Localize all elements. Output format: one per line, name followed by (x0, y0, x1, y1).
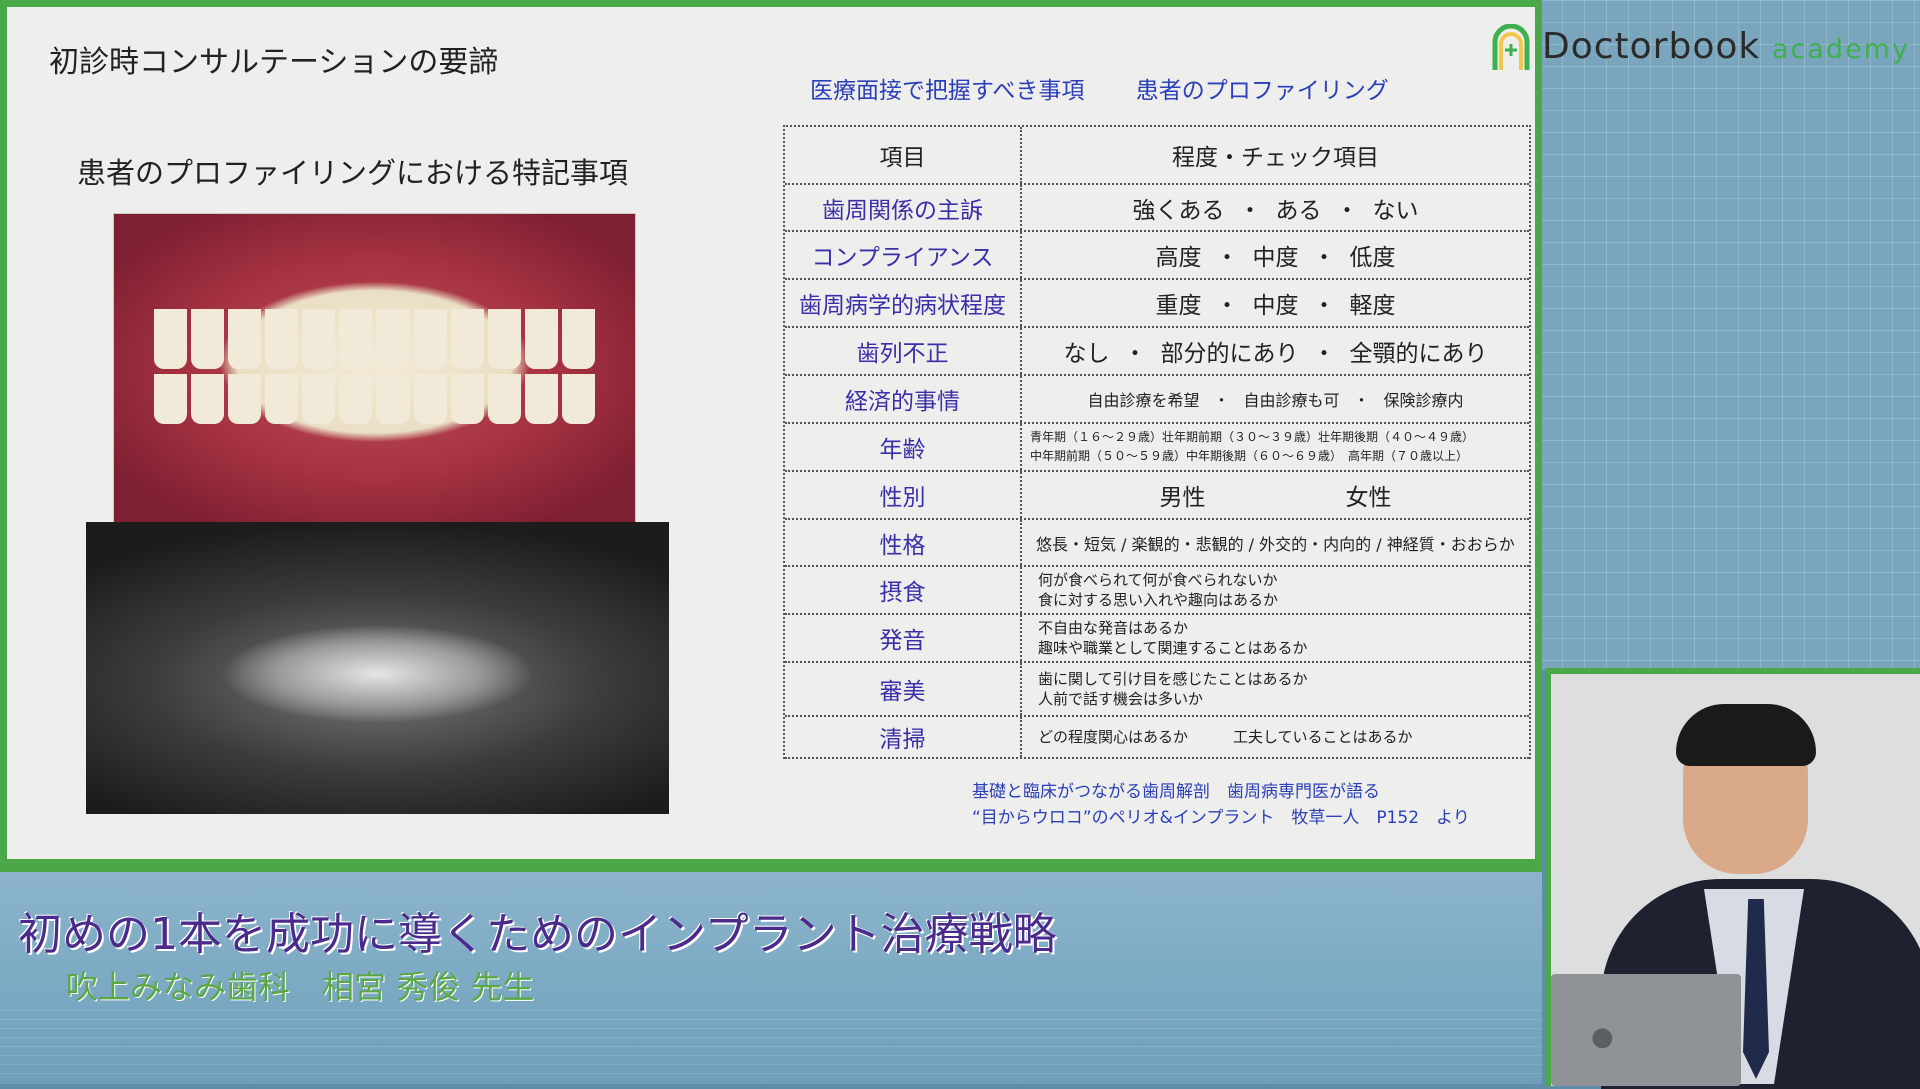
option: 中度 (1252, 245, 1299, 271)
table-row: 性別 男性 女性 (785, 472, 1529, 520)
row-item: 清掃 (785, 717, 1022, 757)
option: 重度 (1155, 293, 1202, 319)
header-link-interview: 医療面接で把握すべき事項 (810, 78, 1085, 104)
reference-line: 基礎と臨床がつながる歯周解剖 歯周病専門医が語る (972, 782, 1380, 802)
presenter-video: ● (1545, 668, 1920, 1089)
line: 趣味や職業として関連することはあるか (1038, 639, 1308, 657)
table-row: 歯周関係の主訴 強くある・ ある・ ない (785, 185, 1529, 232)
logo-name: Doctorbook (1542, 26, 1761, 67)
row-options: 男性 女性 (1022, 472, 1529, 518)
table-row: 性格 悠長・短気 / 楽観的・悲観的 / 外交的・内向的 / 神経質・おおらか (785, 520, 1529, 567)
row-item: 歯周病学的病状程度 (785, 280, 1022, 326)
table-row: コンプライアンス 高度・ 中度・ 低度 (785, 232, 1529, 280)
age-line: 青年期（１６～２９歳）壮年期前期（３０～３９歳）壮年期後期（４０～４９歳） (1030, 430, 1475, 444)
row-age-ranges: 青年期（１６～２９歳）壮年期前期（３０～３９歳）壮年期後期（４０～４９歳） 中年… (1022, 424, 1529, 470)
table-row: 歯周病学的病状程度 重度・ 中度・ 軽度 (785, 280, 1529, 328)
laptop (1551, 974, 1741, 1086)
option: 中度 (1252, 293, 1299, 319)
option: 保険診療内 (1383, 391, 1464, 410)
profiling-table: 項目 程度・チェック項目 歯周関係の主訴 強くある・ ある・ ない コンプライア… (783, 125, 1531, 759)
row-lines: 歯に関して引け目を感じたことはあるか 人前で話す機会は多いか (1022, 663, 1529, 715)
row-options: 強くある・ ある・ ない (1022, 185, 1529, 230)
table-header-row: 項目 程度・チェック項目 (785, 127, 1529, 185)
panoramic-xray (86, 522, 669, 814)
line: 歯に関して引け目を感じたことはあるか (1038, 670, 1308, 688)
row-lines: どの程度関心はあるか 工夫していることはあるか (1022, 717, 1529, 757)
line: 何が食べられて何が食べられないか (1038, 571, 1278, 589)
table-row: 発音 不自由な発音はあるか 趣味や職業として関連することはあるか (785, 615, 1529, 663)
row-options: なし・ 部分的にあり・ 全顎的にあり (1022, 328, 1529, 374)
row-item: コンプライアンス (785, 232, 1022, 278)
row-item: 歯周関係の主訴 (785, 185, 1022, 230)
line: 人前で話す機会は多いか (1038, 690, 1204, 708)
row-text: 悠長・短気 / 楽観的・悲観的 / 外交的・内向的 / 神経質・おおらか (1036, 534, 1515, 554)
option: 高度 (1155, 245, 1202, 271)
slide-subtitle: 患者のプロファイリングにおける特記事項 (77, 156, 629, 190)
row-options: 高度・ 中度・ 低度 (1022, 232, 1529, 278)
line: どの程度関心はあるか 工夫していることはあるか (1038, 728, 1413, 746)
option: 男性 (1159, 485, 1206, 511)
table-header-item: 項目 (785, 127, 1022, 183)
table-row: 清掃 どの程度関心はあるか 工夫していることはあるか (785, 717, 1529, 759)
row-options: 自由診療を希望・ 自由診療も可・ 保険診療内 (1022, 376, 1529, 422)
banner-texture (0, 1010, 1542, 1080)
option: 自由診療を希望 (1087, 391, 1200, 410)
intraoral-photo (113, 213, 636, 523)
table-row: 歯列不正 なし・ 部分的にあり・ 全顎的にあり (785, 328, 1529, 376)
slide-header-links: 医療面接で把握すべき事項 患者のプロファイリング (810, 71, 1433, 105)
table-row: 摂食 何が食べられて何が食べられないか 食に対する思い入れや趣向はあるか (785, 567, 1529, 615)
row-options: 重度・ 中度・ 軽度 (1022, 280, 1529, 326)
row-item: 経済的事情 (785, 376, 1022, 422)
option: ない (1372, 197, 1419, 224)
table-row: 経済的事情 自由診療を希望・ 自由診療も可・ 保険診療内 (785, 376, 1529, 424)
option: 全顎的にあり (1349, 341, 1488, 367)
lecturer-name: 吹上みなみ歯科 相宮 秀俊 先生 (66, 968, 535, 1006)
option: 低度 (1349, 245, 1396, 271)
table-row: 年齢 青年期（１６～２９歳）壮年期前期（３０～３９歳）壮年期後期（４０～４９歳）… (785, 424, 1529, 472)
table-row: 審美 歯に関して引け目を感じたことはあるか 人前で話す機会は多いか (785, 663, 1529, 717)
background-grid (1540, 0, 1920, 670)
line: 食に対する思い入れや趣向はあるか (1038, 591, 1279, 609)
row-lines: 何が食べられて何が食べられないか 食に対する思い入れや趣向はあるか (1022, 567, 1529, 613)
option: 自由診療も可 (1243, 391, 1340, 410)
table-header-check: 程度・チェック項目 (1172, 145, 1379, 171)
row-item: 性別 (785, 472, 1022, 518)
presenter-hair (1676, 704, 1816, 766)
row-item: 審美 (785, 663, 1022, 715)
reference-citation: 基礎と臨床がつながる歯周解剖 歯周病専門医が語る “目からウロコ”のペリオ&イン… (972, 779, 1470, 831)
row-item: 発音 (785, 615, 1022, 661)
age-line: 中年期前期（５０～５９歳）中年期後期（６０～６９歳） 高年期（７０歳以上） (1030, 449, 1469, 463)
option: ある (1275, 197, 1322, 224)
row-item: 年齢 (785, 424, 1022, 470)
line: 不自由な発音はあるか (1038, 619, 1189, 637)
row-item: 摂食 (785, 567, 1022, 613)
row-item: 性格 (785, 520, 1022, 565)
option: なし (1063, 341, 1110, 367)
lower-teeth (152, 374, 597, 424)
row-item: 歯列不正 (785, 328, 1022, 374)
option: 部分的にあり (1160, 341, 1299, 367)
option: 強くある (1132, 197, 1225, 224)
doctorbook-logo-icon (1492, 24, 1530, 70)
doctorbook-logo: Doctorbook academy (1490, 22, 1920, 78)
logo-suffix: academy (1772, 34, 1910, 65)
header-link-profiling: 患者のプロファイリング (1135, 78, 1389, 104)
lecture-title: 初めの1本を成功に導くためのインプラント治療戦略 (18, 909, 1057, 960)
upper-teeth (152, 309, 597, 369)
reference-line: “目からウロコ”のペリオ&インプラント 牧草一人 P152 より (972, 808, 1470, 828)
apple-icon: ● (1591, 1022, 1614, 1052)
slide-title: 初診時コンサルテーションの要諦 (49, 45, 499, 80)
row-lines: 不自由な発音はあるか 趣味や職業として関連することはあるか (1022, 615, 1529, 661)
option: 軽度 (1349, 293, 1396, 319)
option: 女性 (1345, 485, 1392, 511)
